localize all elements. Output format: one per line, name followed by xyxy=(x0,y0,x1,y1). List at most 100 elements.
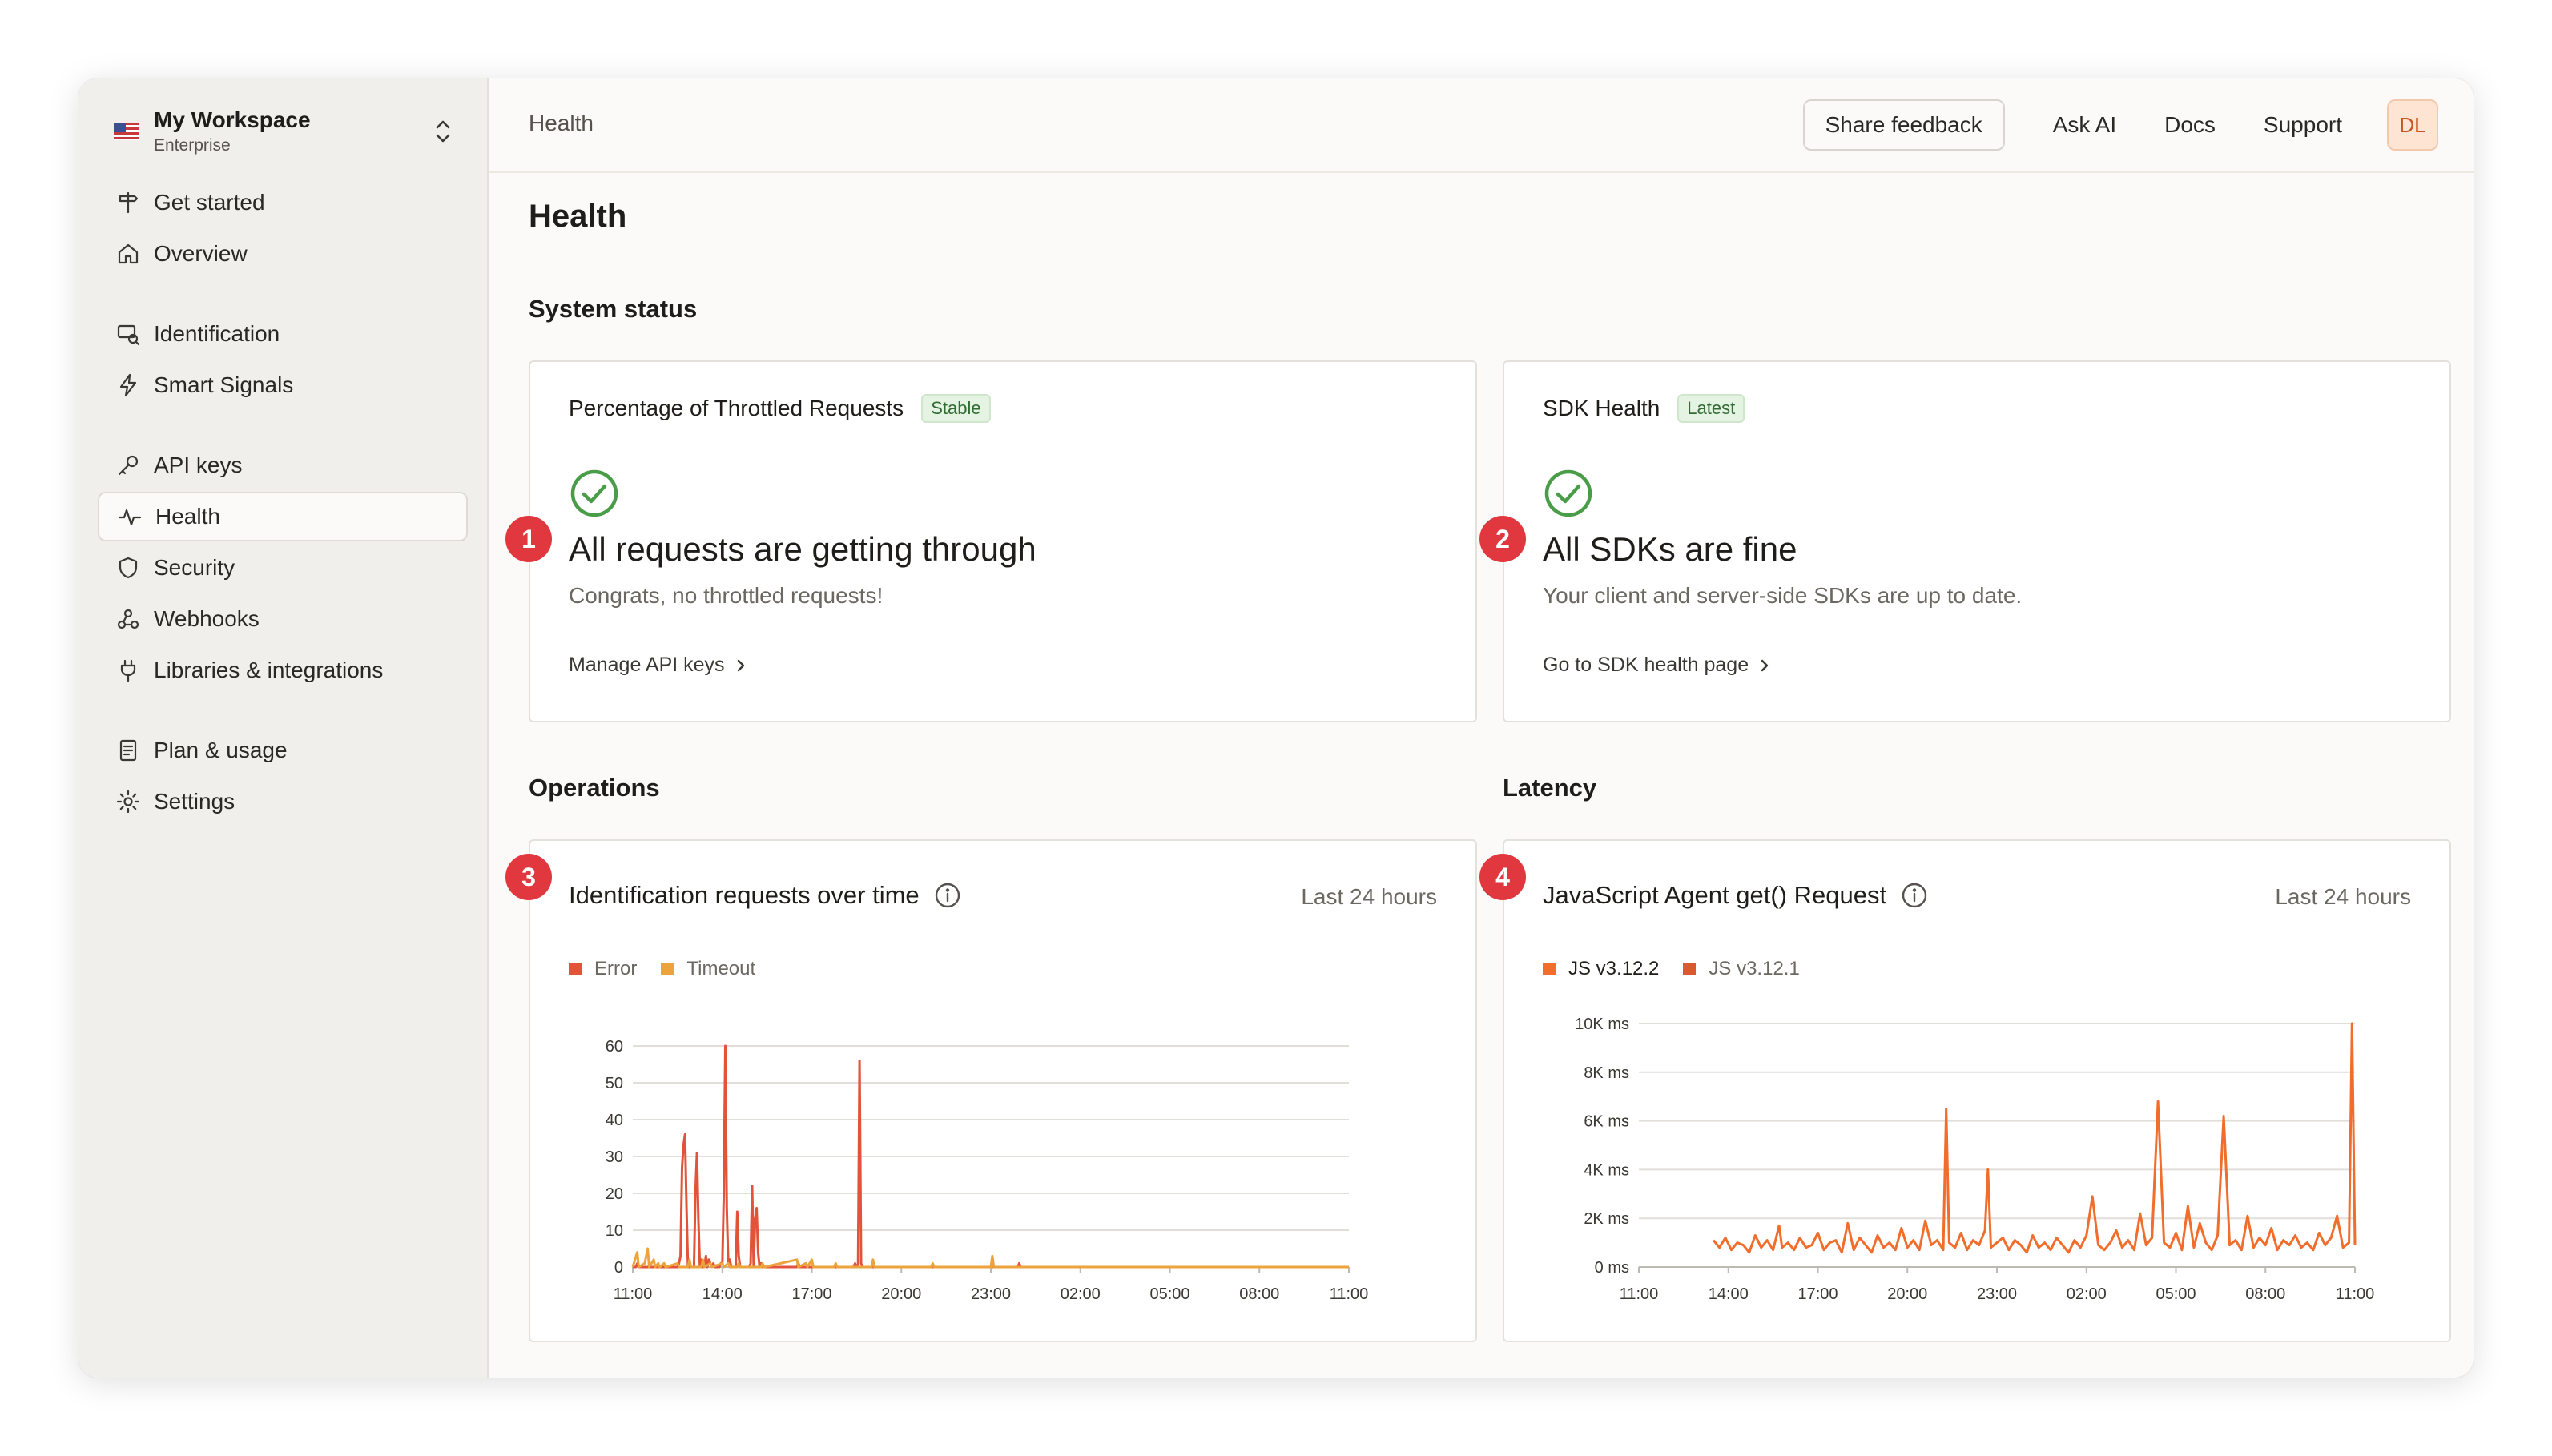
home-icon xyxy=(115,241,141,267)
x-tick-label: 05:00 xyxy=(2156,1285,2196,1303)
manage-api-keys-link[interactable]: Manage API keys xyxy=(569,654,749,677)
x-tick-label: 08:00 xyxy=(1239,1285,1279,1303)
sidebar-item-smart-signals[interactable]: Smart Signals xyxy=(98,360,468,410)
x-tick-label: 17:00 xyxy=(791,1285,831,1303)
annotation-marker-3: 3 xyxy=(505,854,552,900)
y-tick-label: 10K ms xyxy=(1575,1016,1629,1033)
status-badge: Stable xyxy=(921,394,990,423)
main-content: Health Share feedback Ask AI Docs Suppor… xyxy=(489,78,2474,1378)
nav-group-spacer xyxy=(98,280,468,309)
sidebar-item-libraries-integrations[interactable]: Libraries & integrations xyxy=(98,646,468,695)
sidebar-item-label: Libraries & integrations xyxy=(154,658,383,683)
ops-chart: 010203040506011:0014:0017:0020:0023:0002… xyxy=(530,841,1479,1344)
x-tick-label: 14:00 xyxy=(1709,1285,1749,1303)
key-icon xyxy=(115,452,141,478)
sidebar-item-label: Health xyxy=(155,504,220,529)
check-circle-icon xyxy=(569,468,620,519)
x-tick-label: 14:00 xyxy=(702,1285,743,1303)
x-tick-label: 20:00 xyxy=(881,1285,921,1303)
sidebar-nav: Get started Overview Identification Smart S… xyxy=(98,178,468,828)
y-tick-label: 4K ms xyxy=(1584,1161,1629,1179)
workspace-switcher[interactable]: My Workspace Enterprise xyxy=(114,98,466,165)
link-label: Go to SDK health page xyxy=(1543,654,1749,677)
app-window: My Workspace Enterprise Get started Overv… xyxy=(78,78,2474,1378)
latency-chart: 0 ms 2K ms 4K ms 6K ms 8K ms 10K ms 11:00 14:00… xyxy=(1504,841,2453,1344)
y-tick-label: 0 ms xyxy=(1595,1259,1629,1277)
workspace-name: My Workspace xyxy=(154,106,311,135)
sidebar-item-api-keys[interactable]: API keys xyxy=(98,440,468,490)
status-badge: Latest xyxy=(1677,394,1745,423)
y-tick-label: 50 xyxy=(606,1075,623,1092)
x-tick-label: 05:00 xyxy=(1149,1285,1189,1303)
webhook-icon xyxy=(115,606,141,632)
system-status-title: System status xyxy=(529,295,697,324)
sidebar-item-label: Plan & usage xyxy=(154,738,288,763)
sidebar-item-plan-usage[interactable]: Plan & usage xyxy=(98,726,468,775)
status-description: Congrats, no throttled requests! xyxy=(569,583,883,609)
nav-group-spacer xyxy=(98,412,468,440)
chevron-right-icon xyxy=(1757,658,1773,674)
sidebar-item-label: Get started xyxy=(154,190,265,215)
docs-link[interactable]: Docs xyxy=(2164,112,2216,138)
y-tick-label: 10 xyxy=(606,1222,623,1240)
sidebar-item-label: Identification xyxy=(154,321,280,347)
sidebar-item-get-started[interactable]: Get started xyxy=(98,178,468,227)
y-tick-label: 6K ms xyxy=(1584,1113,1629,1131)
x-tick-label: 02:00 xyxy=(1061,1285,1101,1303)
operations-title: Operations xyxy=(529,774,660,802)
y-tick-label: 30 xyxy=(606,1148,623,1166)
sidebar-item-identification[interactable]: Identification xyxy=(98,309,468,359)
chevron-right-icon xyxy=(733,658,749,674)
x-tick-label: 11:00 xyxy=(2336,1285,2375,1303)
bolt-icon xyxy=(115,372,141,398)
js-agent-latency-card: JavaScript Agent get() Request Last 24 h… xyxy=(1503,839,2451,1342)
us-flag-icon xyxy=(114,123,139,140)
sdk-health-card: SDK Health Latest All SDKs are fine Your… xyxy=(1503,360,2451,722)
y-tick-label: 2K ms xyxy=(1584,1210,1629,1228)
ask-ai-link[interactable]: Ask AI xyxy=(2053,112,2116,138)
card-title: Percentage of Throttled Requests xyxy=(569,396,904,421)
support-link[interactable]: Support xyxy=(2264,112,2342,138)
series-line-timeout[interactable] xyxy=(633,1249,1349,1267)
status-heading: All SDKs are fine xyxy=(1543,530,1797,569)
sidebar-item-label: Webhooks xyxy=(154,606,260,632)
y-tick-label: 40 xyxy=(606,1112,623,1129)
annotation-marker-4: 4 xyxy=(1479,854,1526,900)
y-tick-label: 0 xyxy=(614,1259,623,1277)
status-description: Your client and server-side SDKs are up … xyxy=(1543,583,2022,609)
workspace-plan: Enterprise xyxy=(154,135,311,157)
sidebar-item-settings[interactable]: Settings xyxy=(98,777,468,827)
signpost-icon xyxy=(115,190,141,215)
avatar[interactable]: DL xyxy=(2387,99,2438,151)
latency-title: Latency xyxy=(1503,774,1596,802)
identification-icon xyxy=(115,321,141,347)
x-tick-label: 20:00 xyxy=(1887,1285,1927,1303)
chevron-up-down-icon[interactable] xyxy=(431,117,455,146)
check-circle-icon xyxy=(1543,468,1594,519)
sidebar-item-label: Overview xyxy=(154,241,248,267)
x-tick-label: 23:00 xyxy=(1977,1285,2017,1303)
x-tick-label: 11:00 xyxy=(614,1285,653,1303)
sidebar-item-label: Settings xyxy=(154,789,235,814)
sidebar-item-security[interactable]: Security xyxy=(98,543,468,593)
share-feedback-button[interactable]: Share feedback xyxy=(1803,99,2005,151)
document-icon xyxy=(115,738,141,763)
sidebar-item-label: API keys xyxy=(154,452,242,478)
sidebar-item-webhooks[interactable]: Webhooks xyxy=(98,594,468,644)
link-label: Manage API keys xyxy=(569,654,725,677)
page-title: Health xyxy=(529,199,626,235)
sdk-health-page-link[interactable]: Go to SDK health page xyxy=(1543,654,1773,677)
plug-icon xyxy=(115,658,141,683)
shield-icon xyxy=(115,555,141,581)
x-tick-label: 11:00 xyxy=(1620,1285,1659,1303)
throttled-requests-card: Percentage of Throttled Requests Stable … xyxy=(529,360,1477,722)
annotation-marker-1: 1 xyxy=(505,516,552,562)
y-tick-label: 8K ms xyxy=(1584,1064,1629,1082)
sidebar-item-overview[interactable]: Overview xyxy=(98,229,468,279)
x-tick-label: 11:00 xyxy=(1330,1285,1369,1303)
identification-requests-card: Identification requests over time Last 2… xyxy=(529,839,1477,1342)
y-tick-label: 60 xyxy=(606,1038,623,1056)
x-tick-label: 23:00 xyxy=(971,1285,1011,1303)
breadcrumb: Health xyxy=(529,111,594,136)
sidebar-item-health[interactable]: Health xyxy=(98,492,468,541)
